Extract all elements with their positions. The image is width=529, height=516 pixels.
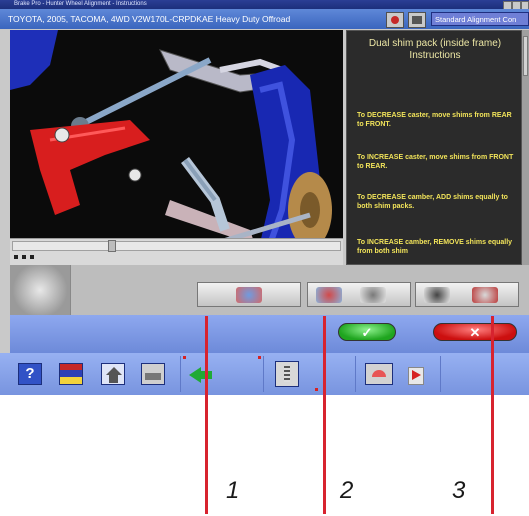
callout-line-1 — [205, 316, 208, 514]
gauge-icon[interactable] — [365, 363, 393, 385]
toolbar-separator — [440, 356, 441, 392]
help-book-icon[interactable]: ? — [18, 363, 42, 385]
suspension-illustration — [10, 30, 332, 265]
step-dot[interactable] — [22, 255, 26, 259]
instructions-scrollbar[interactable] — [522, 30, 529, 265]
instruction-item: To DECREASE caster, move shims from REAR… — [357, 112, 512, 128]
shim-thumbnail-icon — [360, 287, 386, 303]
cancel-button[interactable]: ✕ — [433, 323, 517, 341]
brand-logo — [10, 265, 71, 315]
indicator-dot — [315, 388, 318, 391]
instruction-item: To DECREASE camber, ADD shims equally to… — [357, 194, 508, 210]
suspension-3d-viewer[interactable] — [10, 30, 343, 265]
ok-button[interactable]: ✓ — [338, 323, 396, 341]
back-arrow-icon[interactable] — [187, 363, 215, 385]
vehicle-description: TOYOTA, 2005, TACOMA, 4WD V2W170L-CRPDKA… — [8, 14, 291, 24]
next-page-icon[interactable] — [404, 363, 432, 385]
instruction-item: To INCREASE camber, REMOVE shims equally… — [357, 239, 513, 255]
specifications-icon[interactable] — [59, 363, 83, 385]
record-icon[interactable] — [386, 12, 404, 28]
shim-thumbnail-icon — [236, 287, 262, 303]
image-selection-bar — [10, 265, 529, 315]
animation-slider-track[interactable] — [12, 241, 341, 251]
alignment-mode-label: Standard Alignment Con — [431, 12, 529, 26]
callout-line-2 — [323, 316, 326, 514]
bottom-toolbar: ? — [0, 353, 529, 395]
callout-number-2: 2 — [340, 477, 354, 504]
instructions-panel: Dual shim pack (inside frame) Instructio… — [346, 30, 522, 265]
shim-view-button-3[interactable] — [415, 282, 519, 307]
callout-number-3: 3 — [452, 477, 466, 504]
toolbar-separator — [180, 356, 181, 392]
indicator-dot — [183, 356, 186, 359]
application-window: Brake Pro - Hunter Wheel Alignment - Ins… — [0, 0, 529, 395]
scrollbar-thumb[interactable] — [523, 36, 528, 76]
step-dot[interactable] — [30, 255, 34, 259]
instruction-item: To INCREASE caster, move shims from FRON… — [357, 154, 514, 170]
shim-thumbnail-icon — [424, 287, 450, 303]
title-bar: Brake Pro - Hunter Wheel Alignment - Ins… — [0, 0, 529, 10]
callout-number-1: 1 — [226, 477, 240, 504]
toolbar-separator — [355, 356, 356, 392]
home-icon[interactable] — [101, 363, 125, 385]
toolbar-separator — [263, 356, 264, 392]
animation-slider-thumb[interactable] — [108, 240, 116, 252]
indicator-dot — [258, 356, 261, 359]
document-icon[interactable] — [275, 361, 299, 387]
step-dot[interactable] — [14, 255, 18, 259]
shim-view-button-2[interactable] — [307, 282, 411, 307]
vehicle-info-bar: TOYOTA, 2005, TACOMA, 4WD V2W170L-CRPDKA… — [0, 9, 529, 29]
print-icon[interactable] — [141, 363, 165, 385]
animation-progress — [10, 238, 343, 266]
shim-view-button-1[interactable] — [197, 282, 301, 307]
shim-thumbnail-icon — [472, 287, 498, 303]
shim-thumbnail-icon — [316, 287, 342, 303]
instructions-heading: Dual shim pack (inside frame) Instructio… — [368, 38, 502, 61]
action-bar: ✓ ✕ — [10, 315, 529, 353]
window-title: Brake Pro - Hunter Wheel Alignment - Ins… — [14, 1, 147, 7]
screen-icon[interactable] — [408, 12, 426, 28]
callout-line-3 — [491, 316, 494, 514]
